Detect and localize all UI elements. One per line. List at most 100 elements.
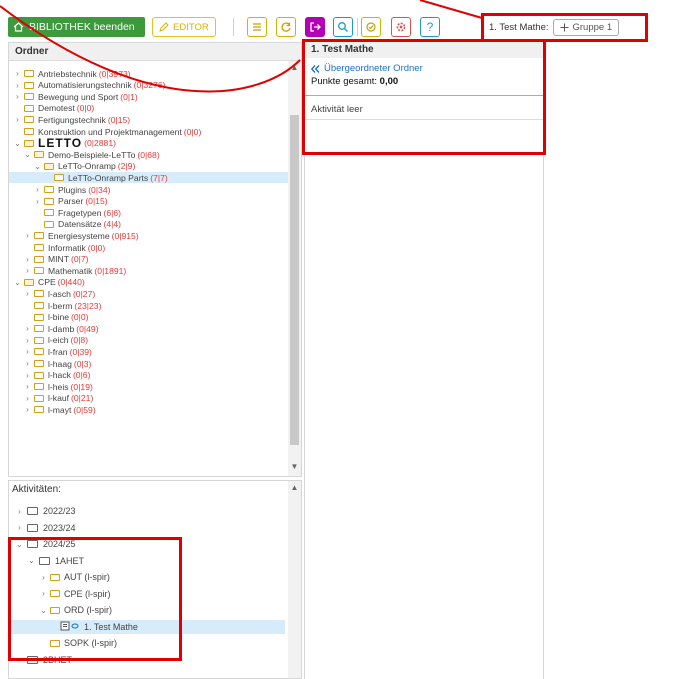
group-selector: 1. Test Mathe: Gruppe 1 [481, 13, 648, 42]
group-button[interactable]: Gruppe 1 [552, 19, 620, 36]
folder-count: (0|915) [111, 230, 139, 241]
chevron-right-icon[interactable]: › [23, 255, 32, 264]
folder-icon [54, 174, 64, 182]
folder-tree-item[interactable]: › Energiesysteme (0|915) [9, 230, 139, 241]
chevron-down-icon[interactable]: ⌄ [13, 278, 22, 287]
chevron-right-icon[interactable]: › [23, 394, 32, 403]
refresh-icon[interactable] [276, 17, 296, 37]
folder-icon [34, 313, 44, 321]
chevron-down-icon[interactable]: ⌄ [13, 139, 22, 148]
chevron-right-icon[interactable]: › [13, 92, 22, 101]
folder-count: (0|39) [69, 346, 92, 357]
search-icon[interactable] [333, 17, 353, 37]
details-panel: 1. Test Mathe Übergeordneter Ordner Punk… [302, 39, 546, 679]
scroll-down-icon[interactable]: ▼ [288, 462, 301, 474]
folder-tree-item[interactable]: ⌄ CPE (0|440) [9, 277, 85, 288]
editor-button[interactable]: EDITOR [152, 17, 216, 37]
home-icon [13, 22, 24, 32]
list-icon[interactable] [247, 17, 267, 37]
scroll-thumb[interactable] [290, 115, 299, 445]
folder-icon [24, 104, 34, 112]
folder-count: (0|1) [120, 91, 138, 102]
exit-icon[interactable] [305, 17, 325, 37]
chevron-right-icon[interactable]: › [15, 523, 24, 532]
folder-tree-item[interactable]: › l-haag (0|3) [9, 358, 91, 369]
folder-tree-item[interactable]: › l-damb (0|49) [9, 323, 98, 334]
library-end-button[interactable]: BIBLIOTHEK beenden [8, 17, 145, 37]
chevron-right-icon[interactable]: › [23, 289, 32, 298]
chevron-right-icon[interactable]: › [15, 507, 24, 516]
folder-icon [44, 209, 54, 217]
folder-tree-item[interactable]: › Bewegung und Sport (0|1) [9, 91, 138, 102]
folder-count: (0|0) [87, 242, 106, 253]
folder-tree-item[interactable]: Fragetypen (6|6) [9, 207, 121, 218]
folder-tree-item[interactable]: ⌄ Demo-Beispiele-LeTTo (0|68) [9, 149, 160, 160]
folder-tree-item[interactable]: l-bine (0|0) [9, 312, 89, 323]
chevron-right-icon[interactable]: › [23, 266, 32, 275]
folder-tree-item[interactable]: › Antriebstechnik (0|3973) [9, 68, 130, 79]
chevron-right-icon[interactable]: › [33, 185, 42, 194]
folder-count: (0|440) [57, 277, 85, 288]
editor-label: EDITOR [173, 21, 209, 33]
chevron-right-icon[interactable]: › [33, 197, 42, 206]
folder-tree-item[interactable]: › Fertigungstechnik (0|15) [9, 114, 130, 125]
folder-tree-item[interactable]: › Automatisierungstechnik (0|3276) [9, 80, 165, 91]
chevron-right-icon[interactable]: › [13, 81, 22, 90]
folder-tree-item[interactable]: ⌄ LeTTo-Onramp (2|9) [9, 161, 135, 172]
folder-name: Datensätze [58, 219, 102, 230]
folder-name: l-mayt [48, 404, 72, 415]
clock-icon[interactable] [361, 17, 381, 37]
folder-tree-item[interactable]: › Parser (0|15) [9, 196, 107, 207]
folder-name: Energiesysteme [48, 230, 110, 241]
chevron-right-icon[interactable]: › [23, 231, 32, 240]
activities-scrollbar[interactable]: ▲ [288, 481, 301, 678]
chevron-right-icon[interactable]: › [23, 405, 32, 414]
folder-name: Konstruktion und Projektmanagement [38, 126, 182, 137]
chevron-right-icon[interactable]: › [23, 359, 32, 368]
folder-icon [44, 220, 54, 228]
folder-name: Bewegung und Sport [38, 91, 119, 102]
folder-tree-item[interactable]: › l-kauf (0|21) [9, 393, 93, 404]
folder-icon [34, 232, 44, 240]
folder-tree-item[interactable]: › l-mayt (0|59) [9, 404, 96, 415]
chevron-right-icon[interactable]: › [13, 115, 22, 124]
chevron-right-icon[interactable]: › [23, 371, 32, 380]
chevron-right-icon[interactable]: › [23, 382, 32, 391]
folder-tree-item[interactable]: › MINT (0|7) [9, 254, 88, 265]
scroll-up-icon[interactable]: ▲ [288, 483, 301, 495]
folder-name: l-haag [48, 358, 72, 369]
folder-tree-item[interactable]: › l-eich (0|8) [9, 335, 88, 346]
activity-tree-item[interactable]: › 2023/24 [9, 521, 75, 535]
folder-tree-item[interactable]: Datensätze (4|4) [9, 219, 121, 230]
chevron-down-icon[interactable]: ⌄ [33, 162, 42, 171]
folder-count: (0|3276) [133, 80, 166, 91]
activity-tree-item[interactable]: › 2022/23 [9, 504, 75, 518]
chevron-right-icon[interactable]: › [23, 336, 32, 345]
help-icon[interactable]: ? [420, 17, 440, 37]
folder-tree-item[interactable]: › l-heis (0|19) [9, 381, 93, 392]
folder-tree-item[interactable]: › l-fran (0|39) [9, 346, 92, 357]
folder-icon [34, 371, 44, 379]
folder-tree-item[interactable]: Informatik (0|0) [9, 242, 105, 253]
chevron-right-icon[interactable]: › [13, 69, 22, 78]
folder-name: Automatisierungstechnik [38, 80, 132, 91]
folder-count: (0|15) [107, 114, 131, 125]
folder-tree-item[interactable]: › Plugins (0|34) [9, 184, 110, 195]
chevron-down-icon[interactable]: ⌄ [23, 150, 32, 159]
folder-tree-item[interactable]: Demotest (0|0) [9, 103, 94, 114]
scroll-up-icon[interactable]: ▲ [288, 63, 301, 75]
folder-tree-item[interactable]: › Mathematik (0|1891) [9, 265, 126, 276]
chevron-right-icon[interactable]: › [23, 347, 32, 356]
folder-tree-item[interactable]: LeTTo-Onramp Parts (7|7) [9, 172, 289, 184]
folder-icon [44, 197, 54, 205]
highlight-details [302, 39, 546, 155]
folder-tree-item[interactable]: ⌄ LETTO (0|2881) [9, 136, 116, 150]
folder-tree-item[interactable]: › l-hack (0|6) [9, 370, 90, 381]
settings-icon[interactable] [391, 17, 411, 37]
folder-scrollbar[interactable]: ▲ ▼ [288, 61, 301, 476]
folder-icon [34, 325, 44, 333]
folder-tree-item[interactable]: › l-asch (0|27) [9, 288, 95, 299]
folder-tree-item[interactable]: l-berm (23|23) [9, 300, 101, 311]
chevron-right-icon[interactable]: › [23, 324, 32, 333]
folder-name: Fragetypen [58, 207, 102, 218]
